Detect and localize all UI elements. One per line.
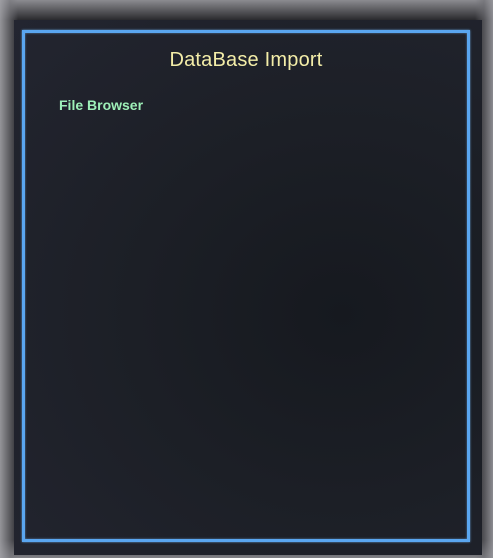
dialog-title: DataBase Import	[169, 49, 323, 71]
file-browser-item[interactable]: File Browser	[59, 97, 143, 113]
database-import-dialog: DataBase Import File Browser	[22, 30, 470, 542]
